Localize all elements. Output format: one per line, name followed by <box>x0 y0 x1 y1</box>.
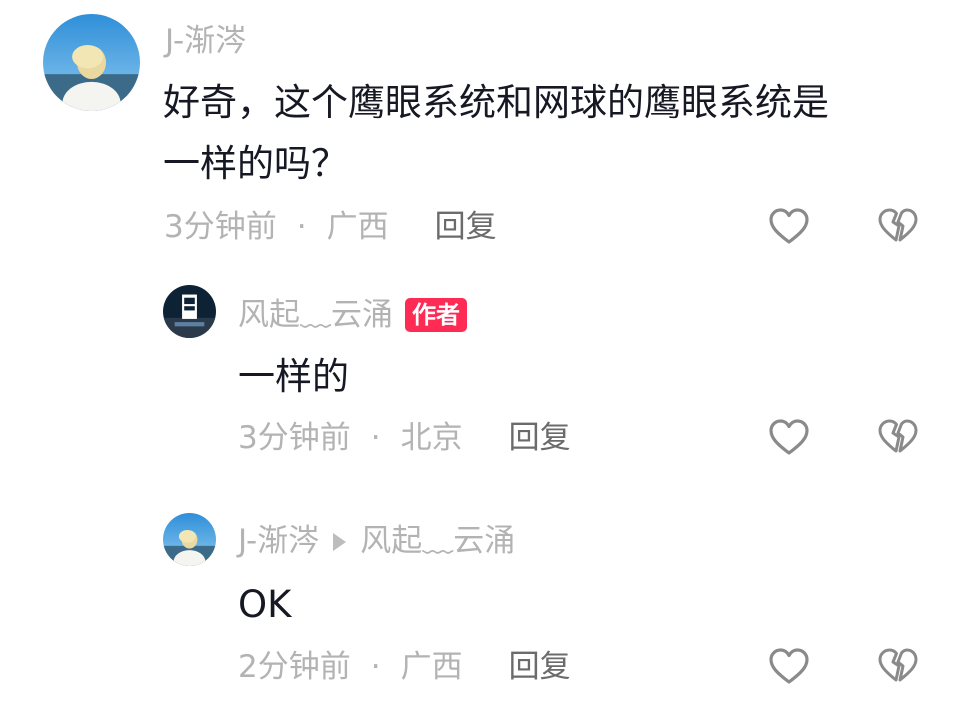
dislike-broken-heart-icon[interactable] <box>876 416 920 460</box>
avatar[interactable] <box>43 14 140 111</box>
dislike-broken-heart-icon[interactable] <box>876 205 920 249</box>
location: 广西 <box>400 649 463 685</box>
separator-dot: · <box>370 420 381 456</box>
author-badge: 作者 <box>405 298 467 332</box>
reply-button[interactable]: 回复 <box>435 212 497 243</box>
separator-dot: · <box>370 649 381 685</box>
separator-dot: · <box>296 209 307 245</box>
location: 北京 <box>400 420 463 456</box>
comment-text: 好奇，这个鹰眼系统和网球的鹰眼系统是 一样的吗？ <box>163 72 829 194</box>
like-heart-icon[interactable] <box>767 416 811 460</box>
reply-arrow-icon <box>333 532 347 551</box>
avatar[interactable] <box>163 285 216 338</box>
like-heart-icon[interactable] <box>767 205 811 249</box>
comment-text-line: 一样的 <box>238 355 349 398</box>
comment-text-line: 好奇，这个鹰眼系统和网球的鹰眼系统是 <box>163 81 829 124</box>
comment-item: J-渐涔 好奇，这个鹰眼系统和网球的鹰眼系统是 一样的吗？ 3分钟前 · 广西 … <box>0 0 960 260</box>
comment-meta: 2分钟前 · 广西 回复 <box>238 652 571 683</box>
reply-item: 风起﹏云涌 作者 一样的 3分钟前 · 北京 回复 <box>0 260 960 490</box>
comment-text: 一样的 <box>238 346 349 407</box>
reply-button[interactable]: 回复 <box>509 652 571 683</box>
comment-author[interactable]: J-渐涔 风起﹏云涌 <box>238 526 515 557</box>
comment-meta: 3分钟前 · 广西 回复 <box>164 212 497 243</box>
timestamp: 2分钟前 <box>238 649 351 685</box>
comment-text-line: OK <box>238 583 292 626</box>
author-name[interactable]: 风起﹏云涌 <box>238 299 393 331</box>
like-heart-icon[interactable] <box>767 645 811 689</box>
comment-text-line: 一样的吗？ <box>163 142 348 185</box>
reply-to-name[interactable]: 风起﹏云涌 <box>360 526 515 557</box>
comment-meta: 3分钟前 · 北京 回复 <box>238 423 571 454</box>
avatar-blonde-person-icon <box>43 14 140 111</box>
timestamp: 3分钟前 <box>164 209 277 245</box>
timestamp: 3分钟前 <box>238 420 351 456</box>
location: 广西 <box>326 209 389 245</box>
avatar[interactable] <box>163 513 216 566</box>
author-name[interactable]: J-渐涔 <box>165 26 246 57</box>
comment-author[interactable]: 风起﹏云涌 作者 <box>238 298 467 332</box>
comment-text: OK <box>238 574 291 635</box>
reply-button[interactable]: 回复 <box>509 423 571 454</box>
avatar-blonde-person-icon <box>163 513 216 566</box>
reply-item: J-渐涔 风起﹏云涌 OK 2分钟前 · 广西 回复 <box>0 490 960 712</box>
author-name[interactable]: J-渐涔 <box>238 526 319 557</box>
dislike-broken-heart-icon[interactable] <box>876 645 920 689</box>
comment-author[interactable]: J-渐涔 <box>165 26 246 57</box>
avatar-tower-icon <box>163 285 216 338</box>
